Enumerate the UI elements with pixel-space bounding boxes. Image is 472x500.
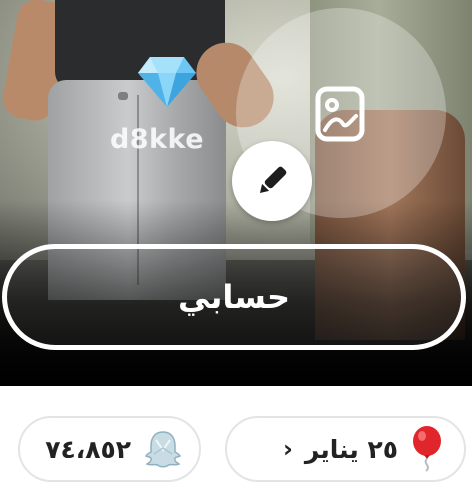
birthday-chip[interactable]: ٢٥ يناير ‹ [225, 416, 466, 482]
edit-profile-button[interactable] [232, 141, 312, 221]
ghost-icon [145, 431, 181, 468]
photo-pocket [118, 92, 128, 100]
score-text: ٧٤،٨٥٢ [45, 434, 131, 464]
my-account-label: حسابي [177, 278, 291, 316]
my-account-button[interactable]: حسابي [2, 244, 466, 350]
gallery-icon[interactable] [315, 86, 365, 142]
chevron-left-icon: ‹ [282, 435, 293, 463]
balloon-icon [413, 426, 441, 472]
score-chip[interactable]: ٧٤،٨٥٢ [18, 416, 201, 482]
pencil-icon [259, 166, 287, 194]
birthday-text: ٢٥ يناير [304, 434, 398, 464]
diamond-icon [138, 57, 196, 107]
username-label: d8kke [109, 124, 205, 155]
